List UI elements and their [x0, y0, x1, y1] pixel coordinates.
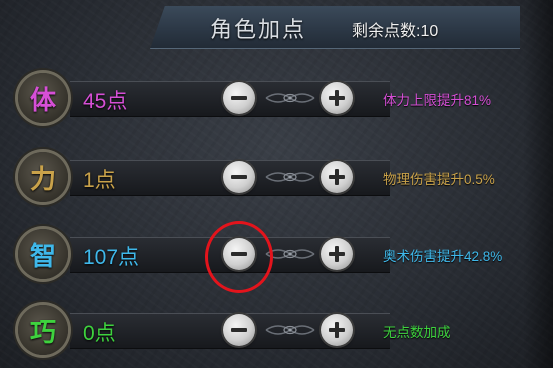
stat-row-stamina: 体 45点 体力上限提升81%: [18, 73, 548, 129]
remaining-points: 剩余点数:10: [352, 17, 438, 41]
strength-minus-button[interactable]: [223, 161, 255, 193]
stat-badge-agility: 巧: [18, 305, 68, 355]
remaining-points-value: 10: [420, 23, 439, 40]
stat-row-agility: 巧 0点 无点数加成: [18, 305, 548, 361]
minus-icon: [231, 252, 247, 256]
stat-row-intelligence: 智 107点 奥术伤害提升42.8%: [18, 229, 548, 285]
stat-badge-intelligence: 智: [18, 229, 68, 279]
stamina-minus-button[interactable]: [223, 82, 255, 114]
stat-value-stamina: 45点: [83, 90, 128, 113]
panel-header: 角色加点 剩余点数:10: [0, 0, 553, 56]
plus-icon: [335, 246, 339, 262]
minus-icon: [231, 175, 247, 179]
strength-plus-button[interactable]: [321, 161, 353, 193]
stat-effect-intelligence: 奥术伤害提升42.8%: [383, 249, 503, 264]
intelligence-minus-button[interactable]: [223, 238, 255, 270]
page-title: 角色加点: [210, 18, 307, 43]
intelligence-plus-button[interactable]: [321, 238, 353, 270]
agility-minus-button[interactable]: [223, 314, 255, 346]
minus-icon: [231, 328, 247, 332]
stat-row-strength: 力 1点 物理伤害提升0.5%: [18, 152, 548, 208]
header-bar: [150, 6, 520, 49]
stat-effect-strength: 物理伤害提升0.5%: [383, 172, 495, 187]
plus-icon: [335, 322, 339, 338]
stat-effect-agility: 无点数加成: [383, 325, 451, 340]
attribute-panel: 角色加点 剩余点数:10 体 45点 体力上限提升81% 力 1点 物理伤害提升…: [0, 0, 553, 368]
ornament-divider-icon: [265, 93, 315, 103]
stat-value-strength: 1点: [83, 169, 116, 192]
stat-effect-stamina: 体力上限提升81%: [383, 93, 492, 108]
stamina-plus-button[interactable]: [321, 82, 353, 114]
stat-badge-strength: 力: [18, 152, 68, 202]
stat-value-agility: 0点: [83, 322, 116, 345]
ornament-divider-icon: [265, 325, 315, 335]
remaining-points-label: 剩余点数:: [352, 23, 421, 40]
stat-value-intelligence: 107点: [83, 246, 140, 269]
ornament-divider-icon: [265, 249, 315, 259]
stat-badge-stamina: 体: [18, 73, 68, 123]
minus-icon: [231, 96, 247, 100]
plus-icon: [335, 90, 339, 106]
ornament-divider-icon: [265, 172, 315, 182]
agility-plus-button[interactable]: [321, 314, 353, 346]
plus-icon: [335, 169, 339, 185]
